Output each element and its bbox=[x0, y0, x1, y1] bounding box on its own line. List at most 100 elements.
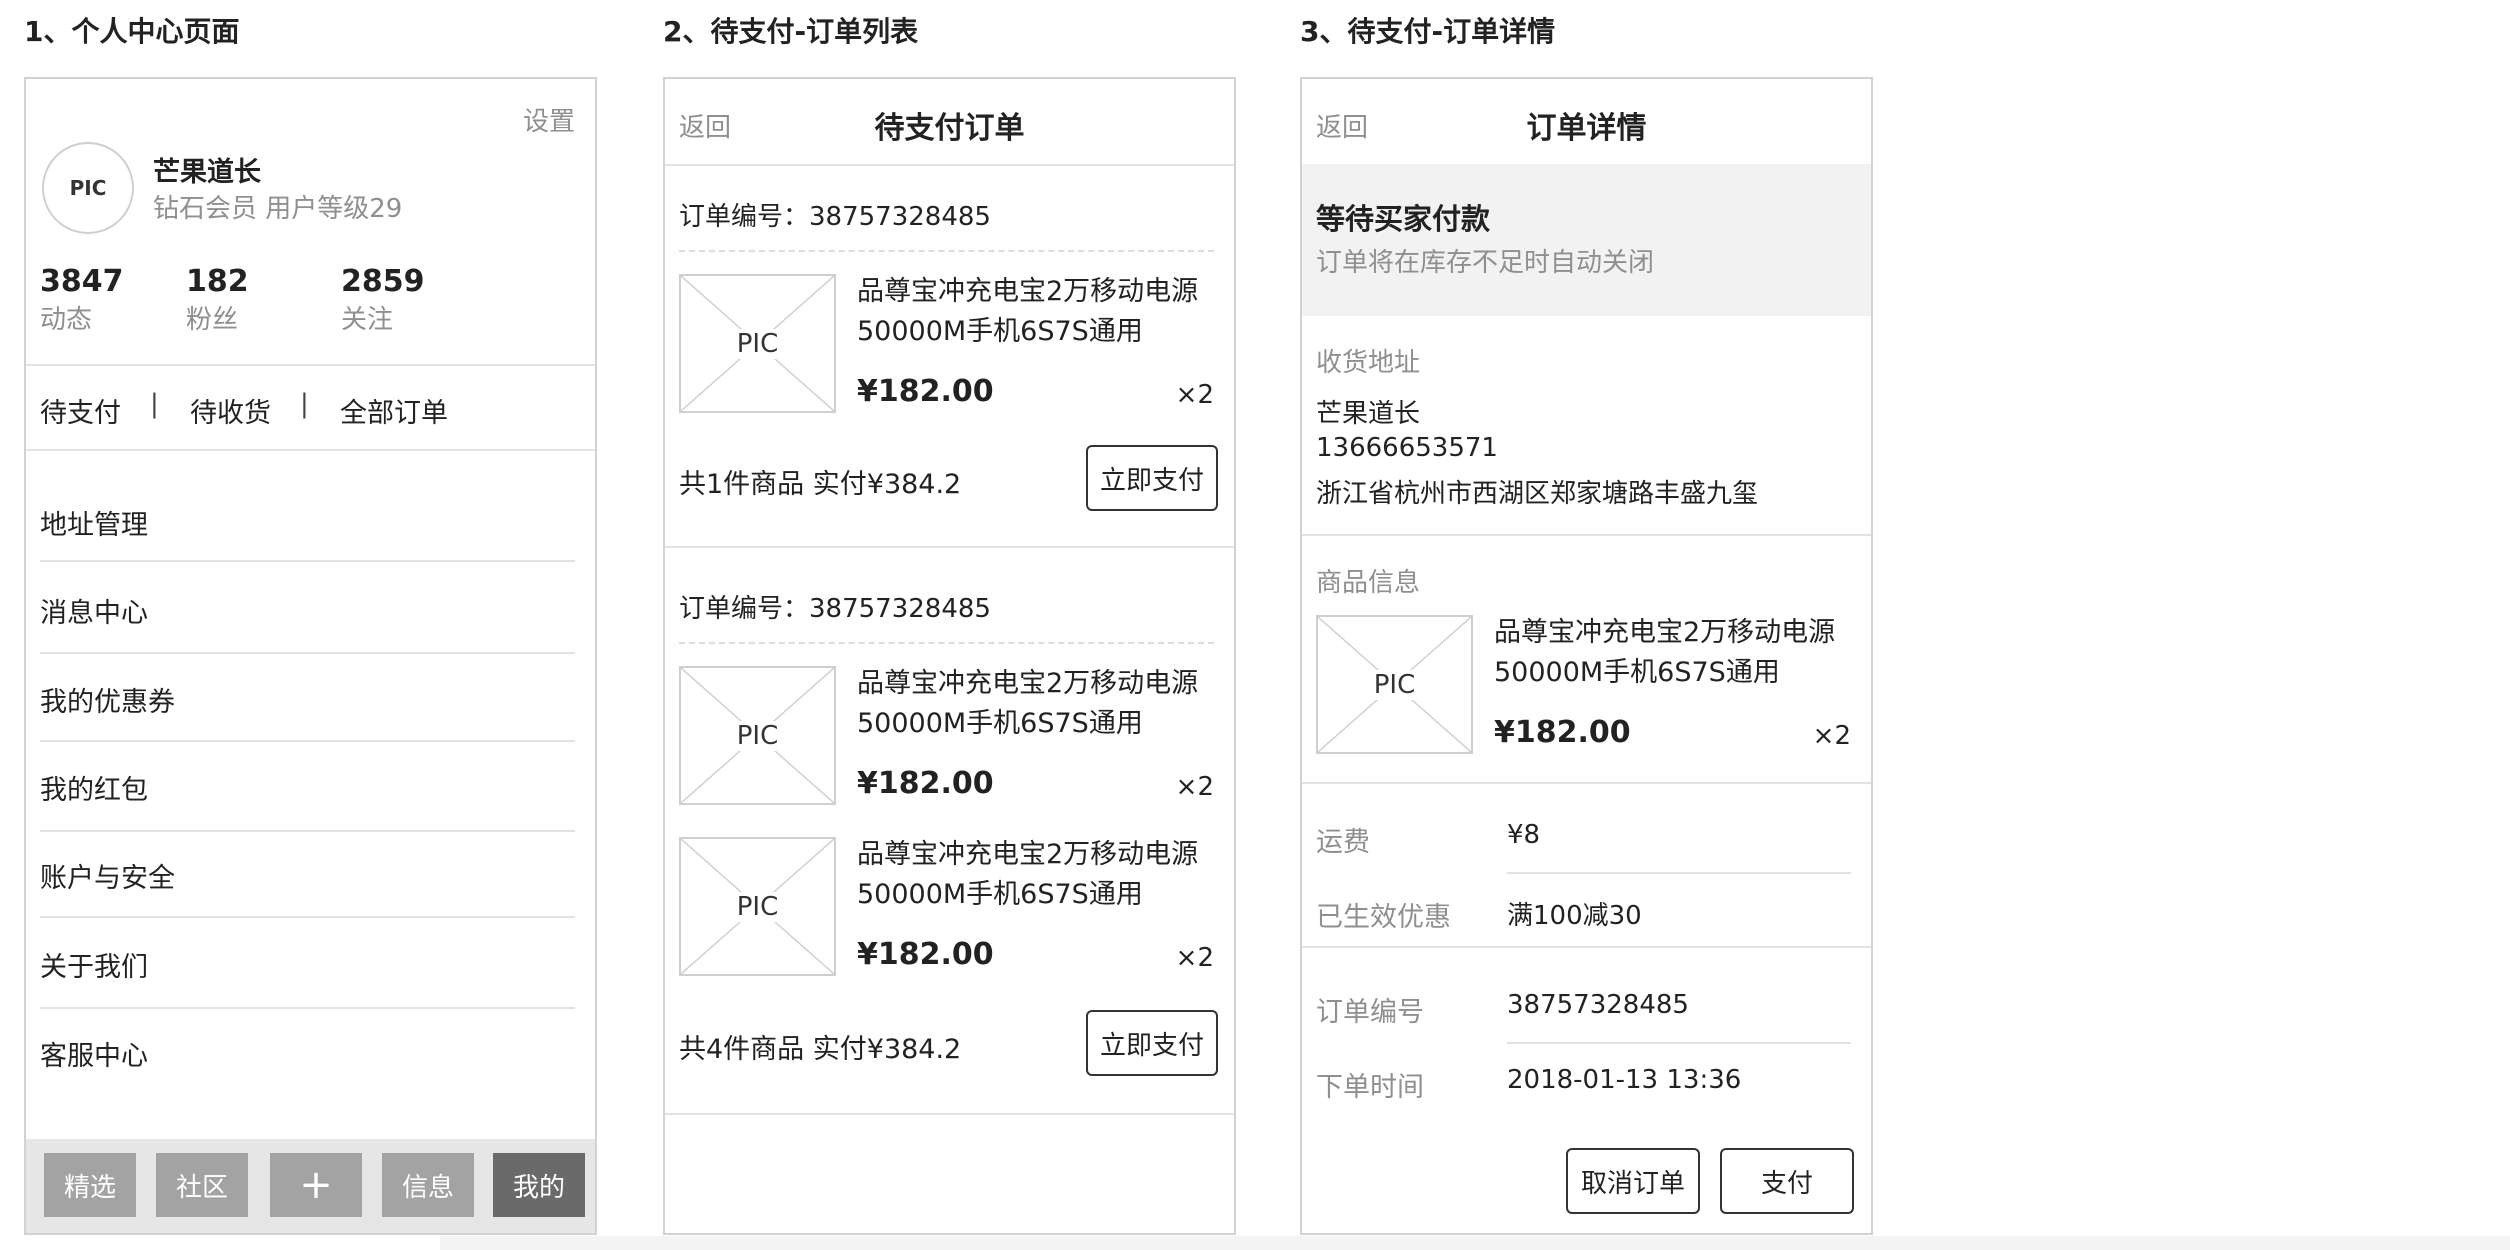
product-name-line1[interactable]: 品尊宝冲充电宝2万移动电源 bbox=[857, 664, 1198, 704]
order-no-value: 38757328485 bbox=[1507, 990, 1689, 1020]
user-name: 芒果道长 bbox=[153, 157, 261, 188]
divider bbox=[1302, 782, 1871, 784]
product-name-line2[interactable]: 50000M手机6S7S通用 bbox=[1494, 653, 1780, 693]
stat-value: 3847 bbox=[40, 264, 124, 299]
shipping-value: ¥8 bbox=[1507, 820, 1541, 850]
bottom-tab-bar: 精选 社区 + 信息 我的 bbox=[26, 1139, 595, 1233]
product-name-line2[interactable]: 50000M手机6S7S通用 bbox=[857, 875, 1143, 915]
section-title-profile: 1、个人中心页面 bbox=[24, 15, 240, 48]
tab-add-icon[interactable]: + bbox=[270, 1153, 362, 1217]
divider bbox=[40, 1007, 575, 1009]
product-price: ¥182.00 bbox=[1494, 715, 1631, 750]
order-summary: 共4件商品 实付¥384.2 bbox=[679, 1034, 962, 1065]
stat-following[interactable]: 2859 关注 bbox=[341, 264, 425, 336]
divider bbox=[665, 164, 1234, 166]
product-image[interactable]: PIC bbox=[1316, 615, 1473, 754]
menu-item-customer-service[interactable]: 客服中心 bbox=[40, 1034, 148, 1073]
image-placeholder-label: PIC bbox=[730, 891, 785, 922]
order-link-pending-payment[interactable]: 待支付 bbox=[40, 391, 121, 430]
order-number: 订单编号：38757328485 bbox=[679, 594, 991, 624]
stat-value: 2859 bbox=[341, 264, 425, 299]
menu-item-address[interactable]: 地址管理 bbox=[40, 503, 148, 542]
tab-featured[interactable]: 精选 bbox=[44, 1153, 136, 1217]
menu-item-coupons[interactable]: 我的优惠券 bbox=[40, 680, 175, 719]
page-bottom-band bbox=[440, 1236, 2510, 1250]
stat-label: 粉丝 bbox=[186, 305, 239, 335]
profile-screen: 设置 PIC 芒果道长 钻石会员 用户等级29 3847 动态 182 粉丝 2… bbox=[24, 77, 597, 1235]
order-link-pending-receipt[interactable]: 待收货 bbox=[190, 391, 271, 430]
section-title-order-list: 2、待支付-订单列表 bbox=[663, 15, 919, 48]
product-name-line1[interactable]: 品尊宝冲充电宝2万移动电源 bbox=[857, 272, 1198, 312]
divider bbox=[1302, 946, 1871, 948]
product-name-line1[interactable]: 品尊宝冲充电宝2万移动电源 bbox=[1494, 613, 1835, 653]
separator: | bbox=[150, 389, 159, 419]
address-label: 收货地址 bbox=[1316, 348, 1421, 378]
dashed-divider bbox=[679, 250, 1214, 252]
cancel-order-button[interactable]: 取消订单 bbox=[1566, 1148, 1700, 1214]
dashed-divider bbox=[679, 642, 1214, 644]
menu-item-account-security[interactable]: 账户与安全 bbox=[40, 856, 175, 895]
receiver-phone: 13666653571 bbox=[1316, 433, 1498, 463]
pay-now-button[interactable]: 立即支付 bbox=[1086, 445, 1218, 511]
goods-label: 商品信息 bbox=[1316, 568, 1421, 598]
pay-button[interactable]: 支付 bbox=[1720, 1148, 1854, 1214]
divider bbox=[1507, 872, 1851, 874]
status-banner: 等待买家付款 订单将在库存不足时自动关闭 bbox=[1302, 164, 1871, 316]
receiver-address: 浙江省杭州市西湖区郑家塘路丰盛九玺 bbox=[1316, 479, 1759, 509]
menu-item-about[interactable]: 关于我们 bbox=[40, 945, 148, 984]
pay-now-button[interactable]: 立即支付 bbox=[1086, 1010, 1218, 1076]
product-quantity: ×2 bbox=[1175, 772, 1214, 802]
divider bbox=[40, 916, 575, 918]
divider bbox=[26, 449, 595, 451]
status-title: 等待买家付款 bbox=[1316, 202, 1491, 236]
section-title-order-detail: 3、待支付-订单详情 bbox=[1300, 15, 1556, 48]
product-quantity: ×2 bbox=[1175, 380, 1214, 410]
product-image[interactable]: PIC bbox=[679, 274, 836, 413]
divider bbox=[40, 830, 575, 832]
stat-posts[interactable]: 3847 动态 bbox=[40, 264, 124, 336]
product-quantity: ×2 bbox=[1175, 943, 1214, 973]
tab-community[interactable]: 社区 bbox=[156, 1153, 248, 1217]
product-image[interactable]: PIC bbox=[679, 666, 836, 805]
product-name-line2[interactable]: 50000M手机6S7S通用 bbox=[857, 312, 1143, 352]
product-price: ¥182.00 bbox=[857, 374, 994, 409]
menu-item-messages[interactable]: 消息中心 bbox=[40, 591, 148, 630]
divider bbox=[40, 560, 575, 562]
tab-mine[interactable]: 我的 bbox=[493, 1153, 585, 1217]
divider bbox=[1302, 534, 1871, 536]
discount-value: 满100减30 bbox=[1507, 901, 1642, 931]
product-name-line2[interactable]: 50000M手机6S7S通用 bbox=[857, 704, 1143, 744]
order-number: 订单编号：38757328485 bbox=[679, 202, 991, 232]
order-time-label: 下单时间 bbox=[1316, 1072, 1424, 1103]
page-title: 订单详情 bbox=[1526, 111, 1647, 146]
page-title: 待支付订单 bbox=[874, 111, 1025, 146]
settings-link[interactable]: 设置 bbox=[523, 101, 575, 138]
image-placeholder-label: PIC bbox=[730, 720, 785, 751]
order-detail-screen: 返回 订单详情 等待买家付款 订单将在库存不足时自动关闭 收货地址 芒果道长 1… bbox=[1300, 77, 1873, 1235]
tab-messages[interactable]: 信息 bbox=[382, 1153, 474, 1217]
stat-label: 动态 bbox=[40, 305, 93, 335]
member-level: 钻石会员 用户等级29 bbox=[153, 194, 403, 224]
order-time-value: 2018-01-13 13:36 bbox=[1507, 1065, 1742, 1095]
image-placeholder-label: PIC bbox=[1367, 669, 1422, 700]
order-list-screen: 返回 待支付订单 订单编号：38757328485 PIC 品尊宝冲充电宝2万移… bbox=[663, 77, 1236, 1235]
avatar[interactable]: PIC bbox=[42, 142, 134, 234]
divider bbox=[1507, 1042, 1851, 1044]
product-price: ¥182.00 bbox=[857, 766, 994, 801]
divider bbox=[26, 364, 595, 366]
divider bbox=[665, 1113, 1234, 1115]
discount-label: 已生效优惠 bbox=[1316, 902, 1451, 933]
menu-item-red-packets[interactable]: 我的红包 bbox=[40, 768, 148, 807]
order-link-all-orders[interactable]: 全部订单 bbox=[340, 391, 448, 430]
product-name-line1[interactable]: 品尊宝冲充电宝2万移动电源 bbox=[857, 835, 1198, 875]
order-no-label: 订单编号 bbox=[1316, 997, 1424, 1028]
divider bbox=[665, 546, 1234, 548]
stat-fans[interactable]: 182 粉丝 bbox=[186, 264, 249, 336]
product-price: ¥182.00 bbox=[857, 937, 994, 972]
image-placeholder-label: PIC bbox=[730, 328, 785, 359]
divider bbox=[40, 740, 575, 742]
status-note: 订单将在库存不足时自动关闭 bbox=[1316, 248, 1655, 278]
product-quantity: ×2 bbox=[1812, 721, 1851, 751]
product-image[interactable]: PIC bbox=[679, 837, 836, 976]
stat-value: 182 bbox=[186, 264, 249, 299]
